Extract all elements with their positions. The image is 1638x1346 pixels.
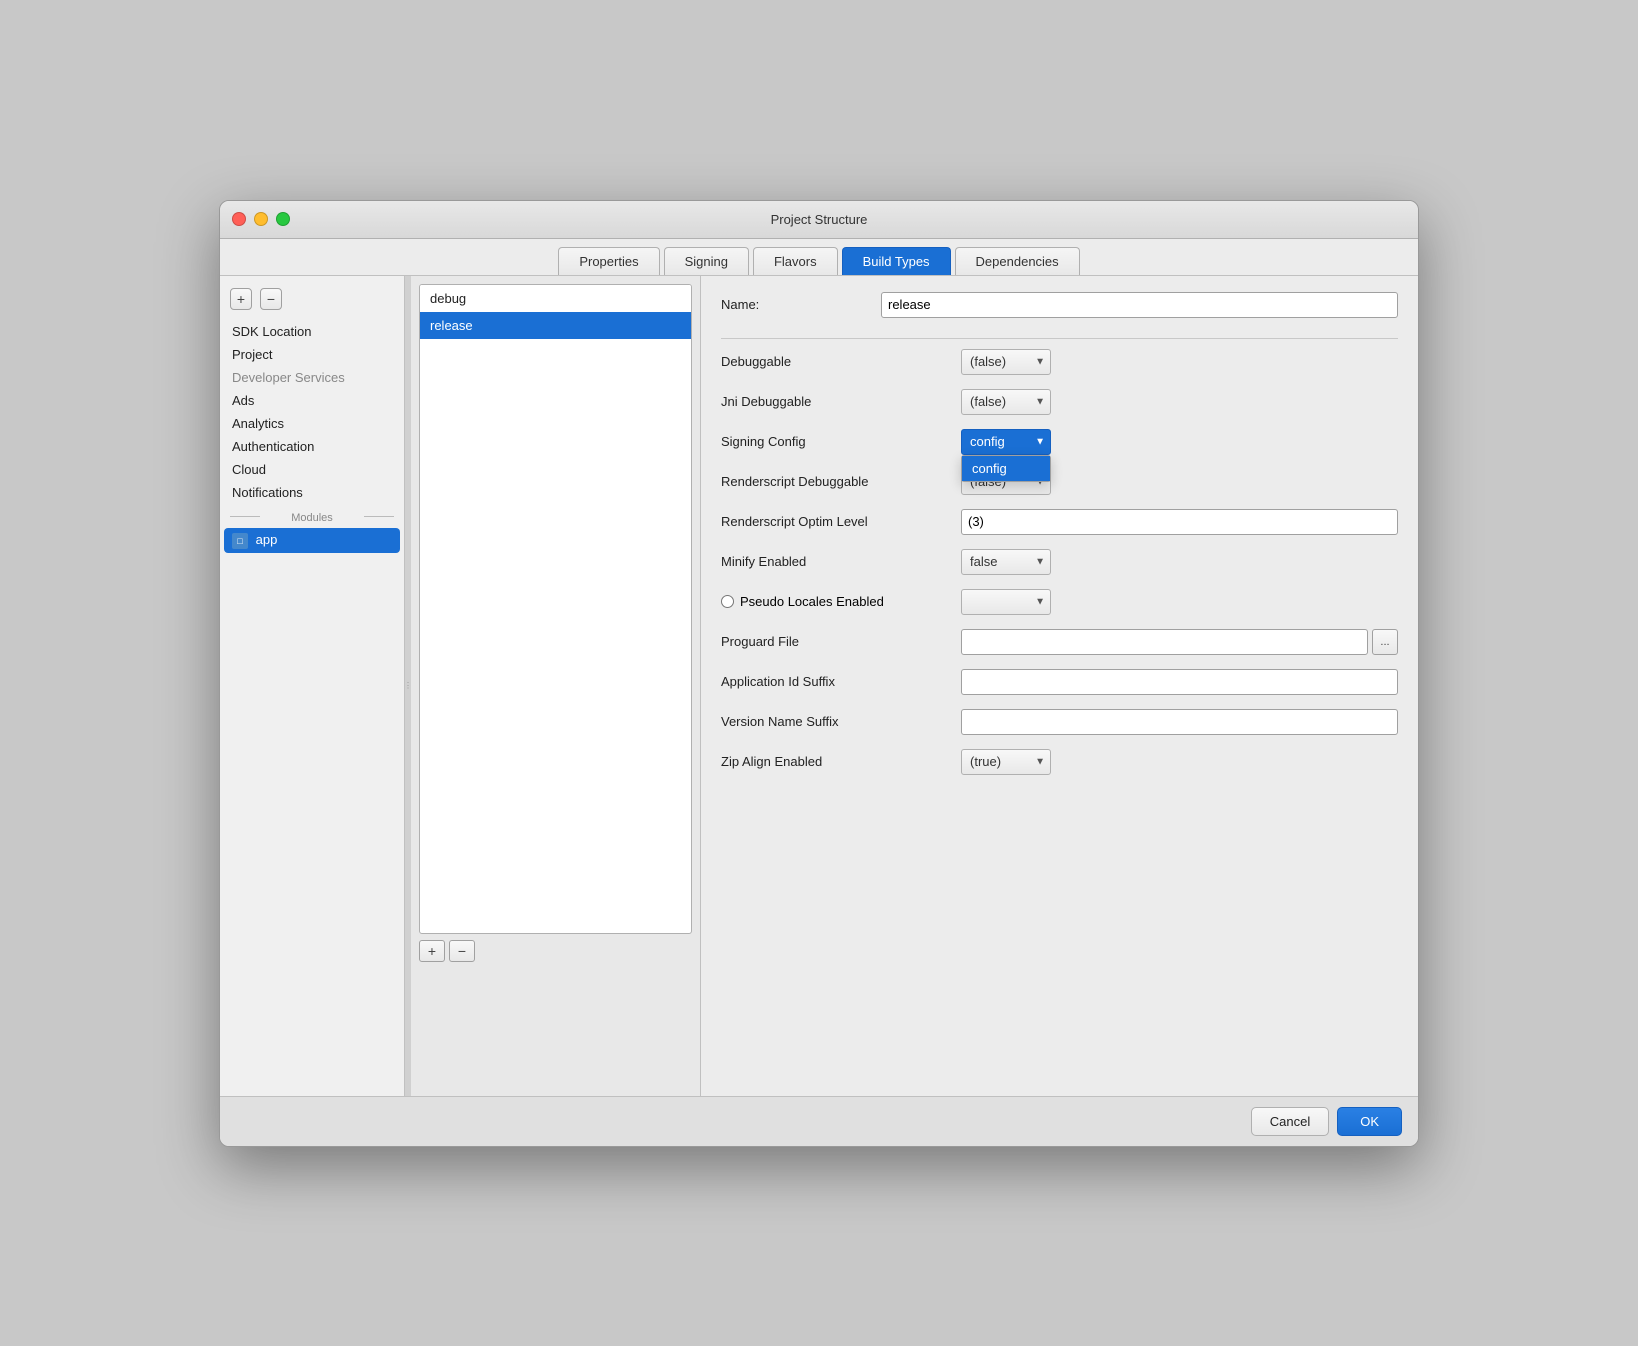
app-icon: □ — [232, 533, 252, 549]
tab-signing[interactable]: Signing — [664, 247, 749, 275]
build-list-remove-button[interactable]: − — [449, 940, 475, 962]
tab-build-types[interactable]: Build Types — [842, 247, 951, 275]
sidebar-item-analytics[interactable]: Analytics — [220, 412, 404, 435]
renderscript-debuggable-label: Renderscript Debuggable — [721, 474, 961, 489]
sidebar-add-button[interactable]: + — [230, 288, 252, 310]
tabs-bar: Properties Signing Flavors Build Types D… — [220, 239, 1418, 276]
center-panel: debug release + − — [411, 276, 701, 1096]
body-area: + − SDK Location Project Developer Servi… — [220, 276, 1418, 1096]
bottom-bar: Cancel OK — [220, 1096, 1418, 1146]
zip-align-row: Zip Align Enabled (true) (false) ▼ — [721, 747, 1398, 777]
right-panel: Name: Debuggable (false) (true) false tr… — [701, 276, 1418, 1096]
pseudo-locales-label-area: Pseudo Locales Enabled — [721, 594, 961, 609]
sidebar-remove-button[interactable]: − — [260, 288, 282, 310]
renderscript-optim-row: Renderscript Optim Level — [721, 507, 1398, 537]
cancel-button[interactable]: Cancel — [1251, 1107, 1329, 1136]
sidebar-top-buttons: + − — [220, 284, 404, 320]
proguard-file-input-area: ... — [961, 629, 1398, 655]
app-id-suffix-input[interactable] — [961, 669, 1398, 695]
ok-button[interactable]: OK — [1337, 1107, 1402, 1136]
debuggable-dropdown-wrapper: (false) (true) false true ▼ — [961, 349, 1051, 375]
title-bar: Project Structure — [220, 201, 1418, 239]
debuggable-label: Debuggable — [721, 354, 961, 369]
pseudo-locales-label: Pseudo Locales Enabled — [740, 594, 884, 609]
traffic-lights — [232, 212, 290, 226]
sidebar: + − SDK Location Project Developer Servi… — [220, 276, 405, 1096]
signing-config-popup-item-config[interactable]: config — [962, 456, 1050, 481]
sidebar-item-developer-services: Developer Services — [220, 366, 404, 389]
sidebar-item-cloud[interactable]: Cloud — [220, 458, 404, 481]
minify-enabled-label: Minify Enabled — [721, 554, 961, 569]
pseudo-locales-row: Pseudo Locales Enabled (false) (true) ▼ — [721, 587, 1398, 617]
app-module-icon: □ — [232, 533, 248, 549]
minify-enabled-row: Minify Enabled false true ▼ — [721, 547, 1398, 577]
zip-align-label: Zip Align Enabled — [721, 754, 961, 769]
pseudo-locales-radio[interactable] — [721, 595, 734, 608]
sidebar-item-authentication[interactable]: Authentication — [220, 435, 404, 458]
signing-config-dropdown-wrapper: config ▼ — [961, 429, 1051, 455]
zip-align-select[interactable]: (true) (false) — [961, 749, 1051, 775]
signing-config-select[interactable]: config — [961, 429, 1051, 455]
sidebar-item-sdk-location[interactable]: SDK Location — [220, 320, 404, 343]
proguard-browse-button[interactable]: ... — [1372, 629, 1398, 655]
signing-config-container: config ▼ config — [961, 429, 1051, 455]
form-separator — [721, 338, 1398, 339]
zip-align-wrapper: (true) (false) ▼ — [961, 749, 1051, 775]
jni-debuggable-label: Jni Debuggable — [721, 394, 961, 409]
debuggable-select[interactable]: (false) (true) false true — [961, 349, 1051, 375]
sidebar-item-notifications[interactable]: Notifications — [220, 481, 404, 504]
renderscript-debuggable-row: Renderscript Debuggable (false) (true) ▼ — [721, 467, 1398, 497]
renderscript-optim-label: Renderscript Optim Level — [721, 514, 961, 529]
tab-dependencies[interactable]: Dependencies — [955, 247, 1080, 275]
renderscript-optim-input[interactable] — [961, 509, 1398, 535]
maximize-button[interactable] — [276, 212, 290, 226]
tab-properties[interactable]: Properties — [558, 247, 659, 275]
build-type-release[interactable]: release — [420, 312, 691, 339]
minify-enabled-select[interactable]: false true — [961, 549, 1051, 575]
signing-config-row: Signing Config config ▼ config — [721, 427, 1398, 457]
name-label: Name: — [721, 297, 881, 312]
proguard-file-label: Proguard File — [721, 634, 961, 649]
jni-debuggable-select[interactable]: (false) (true) — [961, 389, 1051, 415]
sidebar-item-ads[interactable]: Ads — [220, 389, 404, 412]
signing-config-popup: config — [961, 455, 1051, 482]
build-list-add-button[interactable]: + — [419, 940, 445, 962]
jni-debuggable-dropdown-wrapper: (false) (true) ▼ — [961, 389, 1051, 415]
sidebar-item-app[interactable]: □ app — [224, 528, 400, 553]
tab-flavors[interactable]: Flavors — [753, 247, 838, 275]
build-list-bottom: + − — [419, 940, 692, 962]
proguard-file-input[interactable] — [961, 629, 1368, 655]
version-name-suffix-row: Version Name Suffix — [721, 707, 1398, 737]
debuggable-row: Debuggable (false) (true) false true ▼ — [721, 347, 1398, 377]
proguard-file-row: Proguard File ... — [721, 627, 1398, 657]
app-label: app — [256, 532, 278, 547]
minimize-button[interactable] — [254, 212, 268, 226]
app-id-suffix-label: Application Id Suffix — [721, 674, 961, 689]
modules-section-label: Modules — [220, 504, 404, 528]
project-structure-window: Project Structure Properties Signing Fla… — [219, 200, 1419, 1147]
build-type-list: debug release — [419, 284, 692, 934]
version-name-suffix-label: Version Name Suffix — [721, 714, 961, 729]
pseudo-locales-wrapper: (false) (true) ▼ — [961, 589, 1051, 615]
close-button[interactable] — [232, 212, 246, 226]
version-name-suffix-input[interactable] — [961, 709, 1398, 735]
jni-debuggable-row: Jni Debuggable (false) (true) ▼ — [721, 387, 1398, 417]
minify-enabled-wrapper: false true ▼ — [961, 549, 1051, 575]
pseudo-locales-select[interactable]: (false) (true) — [961, 589, 1051, 615]
sidebar-item-project[interactable]: Project — [220, 343, 404, 366]
name-row: Name: — [721, 292, 1398, 318]
window-title: Project Structure — [771, 212, 868, 227]
build-type-debug[interactable]: debug — [420, 285, 691, 312]
app-id-suffix-row: Application Id Suffix — [721, 667, 1398, 697]
name-input[interactable] — [881, 292, 1398, 318]
signing-config-label: Signing Config — [721, 434, 961, 449]
